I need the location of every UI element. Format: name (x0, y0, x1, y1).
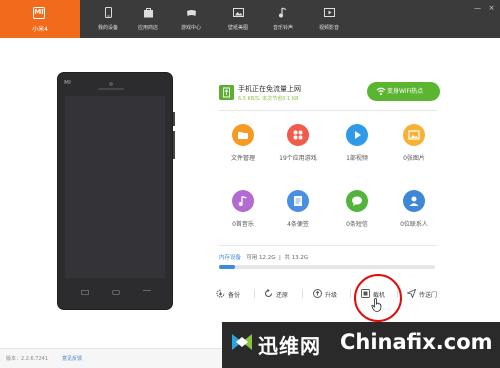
separator (254, 290, 255, 298)
tab-label: 视频影音 (318, 25, 339, 31)
phone-logo: MI (64, 80, 71, 86)
bag-icon (144, 8, 153, 18)
chat-icon (352, 196, 362, 206)
tile-icon-bg (287, 190, 309, 212)
tile-icon-bg (232, 124, 254, 146)
tab-ringtones[interactable]: 音乐铃声 (260, 0, 306, 38)
divider (219, 110, 437, 111)
tile-icon-bg (403, 190, 425, 212)
wifi-hotspot-button[interactable]: 变身WiFi热点 (367, 82, 440, 101)
music-icon (238, 195, 247, 206)
upgrade-icon (313, 289, 322, 298)
tile-icon-bg (346, 124, 368, 146)
close-button[interactable]: × (487, 4, 496, 13)
storage-bar (219, 265, 435, 269)
action-label: 升级 (325, 292, 338, 299)
storage-available: 可用 12.2G (246, 255, 276, 261)
tab-label: 音乐铃声 (272, 25, 293, 31)
phone-screen (65, 96, 165, 278)
wifi-icon (376, 87, 386, 96)
watermark-chinese: 迅维网 (258, 334, 321, 358)
wifi-hotspot-label: 变身WiFi热点 (387, 88, 424, 95)
status-subtitle: 6.5 KB/S, 本次节省0.1 KB (238, 96, 299, 102)
tab-wallpaper[interactable]: 壁纸美图 (215, 0, 261, 38)
tile-icon-bg (287, 124, 309, 146)
tile-sms[interactable]: 0条短信 (332, 190, 382, 228)
connection-status-icon (219, 85, 234, 100)
tile-videos[interactable]: 1部视频 (332, 124, 382, 162)
tile-music[interactable]: 0首音乐 (218, 190, 268, 228)
tab-label: 游戏中心 (180, 25, 201, 31)
device-name: 小米4 (32, 26, 48, 33)
folder-icon (238, 132, 248, 139)
tile-icon-bg (346, 190, 368, 212)
storage-info: 内存设备 可用 12.2G | 共 13.2G (219, 255, 309, 261)
tile-label: 1部视频 (346, 155, 368, 162)
apps-icon (293, 130, 303, 140)
back-key-icon (143, 290, 151, 295)
power-button-icon (173, 112, 175, 126)
separator (302, 290, 303, 298)
minimize-button[interactable]: — (473, 4, 482, 13)
tile-apps-games[interactable]: 19个应用游戏 (273, 124, 323, 162)
action-label: 还原 (276, 292, 289, 299)
separator (350, 290, 351, 298)
tab-label: 壁纸美图 (227, 25, 248, 31)
storage-label: 内存设备 (219, 255, 242, 261)
status-title: 手机正在免流量上网 (238, 85, 301, 93)
tile-label: 0首音乐 (232, 221, 254, 228)
video-icon (324, 8, 335, 17)
send-icon (407, 289, 416, 298)
home-key-icon (112, 290, 120, 295)
mi-logo-icon: MI (33, 7, 45, 19)
tab-label: 应用商店 (137, 25, 158, 31)
device-tab[interactable]: MI 小米4 (0, 0, 80, 38)
menu-key-icon (81, 290, 89, 295)
top-bar: MI 小米4 我的设备 应用商店 游戏中心 壁纸美图 音乐铃声 视频影音 — × (0, 0, 500, 38)
tile-icon-bg (232, 190, 254, 212)
restore-icon (264, 289, 273, 298)
hand-cursor-icon (371, 298, 382, 312)
picture-icon (408, 130, 420, 140)
phone-speaker (98, 88, 124, 90)
music-icon (279, 7, 287, 18)
tile-label: 0位联系人 (400, 221, 428, 228)
picture-icon (233, 8, 244, 17)
tab-app-store[interactable]: 应用商店 (125, 0, 171, 38)
phone-image: MI (57, 72, 173, 310)
chinafix-logo-icon (232, 334, 252, 350)
tile-label: 0条短信 (346, 221, 368, 228)
tile-label: 19个应用游戏 (279, 155, 317, 162)
version-text: 版本：2.2.6.7241 (6, 356, 49, 362)
action-label: 备份 (228, 292, 241, 299)
feedback-link[interactable]: 意见反馈 (62, 355, 82, 362)
tile-icon-bg (403, 124, 425, 146)
phone-camera (109, 82, 113, 86)
storage-bar-fill (219, 265, 236, 269)
backup-icon (216, 289, 225, 298)
note-icon (294, 196, 302, 206)
tile-label: 文件管理 (230, 155, 255, 162)
tab-game-center[interactable]: 游戏中心 (168, 0, 214, 38)
tile-notes[interactable]: 4条便签 (273, 190, 323, 228)
tile-pictures[interactable]: 0张图片 (389, 124, 439, 162)
gamepad-icon (187, 10, 196, 16)
storage-total: 共 13.2G (284, 255, 309, 261)
tab-video[interactable]: 视频影音 (306, 0, 352, 38)
tile-label: 0张图片 (403, 155, 425, 162)
watermark-english: Chinafix.com (340, 330, 493, 354)
tile-label: 4条便签 (287, 221, 309, 228)
tile-file-manager[interactable]: 文件管理 (218, 124, 268, 162)
divider (219, 245, 437, 246)
tile-contacts[interactable]: 0位联系人 (389, 190, 439, 228)
phone-icon (105, 7, 112, 18)
play-icon (355, 131, 361, 139)
volume-button-icon (173, 131, 175, 159)
action-label: 传送门 (419, 292, 438, 299)
contact-icon (409, 196, 419, 206)
